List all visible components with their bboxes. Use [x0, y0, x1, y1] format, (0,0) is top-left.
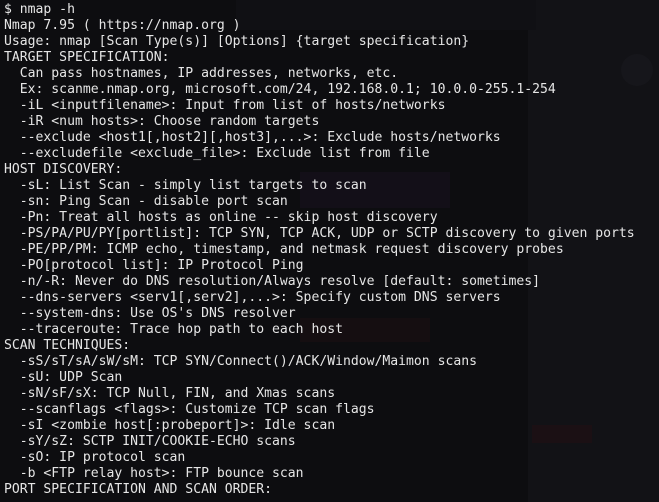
output-line: -sS/sT/sA/sW/sM: TCP SYN/Connect()/ACK/W…	[4, 354, 477, 369]
output-line: Nmap 7.95 ( https://nmap.org )	[4, 18, 241, 33]
terminal-output[interactable]: $ nmap -h Nmap 7.95 ( https://nmap.org ) U…	[4, 2, 659, 498]
output-line: SCAN TECHNIQUES:	[4, 338, 131, 353]
output-line: --scanflags <flags>: Customize TCP scan …	[4, 402, 375, 417]
output-line: -iR <num hosts>: Choose random targets	[4, 114, 320, 129]
output-line: -PS/PA/PU/PY[portlist]: TCP SYN, TCP ACK…	[4, 226, 635, 241]
output-line: -sY/sZ: SCTP INIT/COOKIE-ECHO scans	[4, 434, 296, 449]
output-line: -n/-R: Never do DNS resolution/Always re…	[4, 274, 541, 289]
output-line: -PO[protocol list]: IP Protocol Ping	[4, 258, 304, 273]
output-line: HOST DISCOVERY:	[4, 162, 123, 177]
output-line: Can pass hostnames, IP addresses, networ…	[4, 66, 399, 81]
output-line: PORT SPECIFICATION AND SCAN ORDER:	[4, 482, 273, 497]
output-line: Usage: nmap [Scan Type(s)] [Options] {ta…	[4, 34, 470, 49]
output-line: --traceroute: Trace hop path to each hos…	[4, 322, 343, 337]
command-prompt-line: $ nmap -h	[4, 2, 75, 17]
output-line: -b <FTP relay host>: FTP bounce scan	[4, 466, 304, 481]
output-line: -sn: Ping Scan - disable port scan	[4, 194, 288, 209]
output-line: -sU: UDP Scan	[4, 370, 123, 385]
output-line: -sI <zombie host[:probeport]>: Idle scan	[4, 418, 336, 433]
output-line: --exclude <host1[,host2][,host3],...>: E…	[4, 130, 501, 145]
output-line: -PE/PP/PM: ICMP echo, timestamp, and net…	[4, 242, 564, 257]
output-line: --system-dns: Use OS's DNS resolver	[4, 306, 296, 321]
output-line: -sL: List Scan - simply list targets to …	[4, 178, 367, 193]
output-line: -sN/sF/sX: TCP Null, FIN, and Xmas scans	[4, 386, 336, 401]
terminal-window[interactable]: $ nmap -h Nmap 7.95 ( https://nmap.org ) U…	[0, 0, 659, 502]
output-line: --dns-servers <serv1[,serv2],...>: Speci…	[4, 290, 501, 305]
output-line: TARGET SPECIFICATION:	[4, 50, 170, 65]
output-line: -Pn: Treat all hosts as online -- skip h…	[4, 210, 438, 225]
output-line: -iL <inputfilename>: Input from list of …	[4, 98, 446, 113]
output-line: Ex: scanme.nmap.org, microsoft.com/24, 1…	[4, 82, 556, 97]
output-line: --excludefile <exclude_file>: Exclude li…	[4, 146, 430, 161]
output-line: -sO: IP protocol scan	[4, 450, 186, 465]
